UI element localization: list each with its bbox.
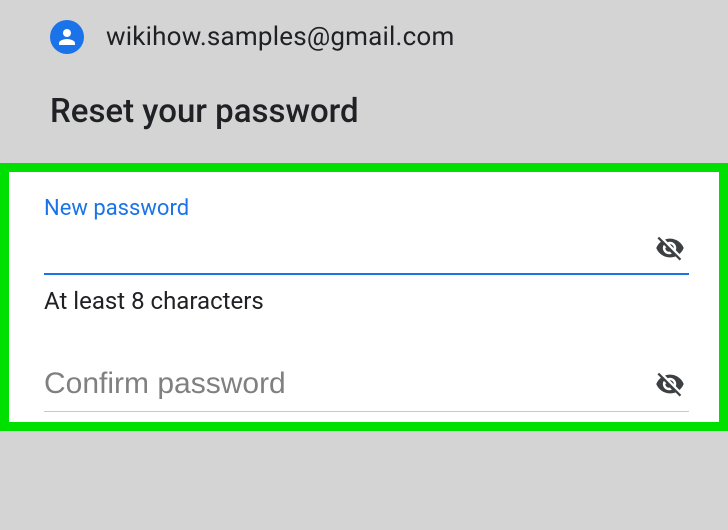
password-hint: At least 8 characters	[44, 287, 689, 315]
new-password-input-row	[44, 227, 689, 275]
new-password-field-group: New password At least 8 characters	[44, 196, 689, 315]
toggle-visibility-icon[interactable]	[655, 369, 685, 399]
account-avatar-icon	[50, 20, 84, 54]
account-email: wikihow.samples@gmail.com	[106, 22, 454, 52]
page-title: Reset your password	[0, 64, 728, 163]
toggle-visibility-icon[interactable]	[655, 233, 685, 263]
new-password-label: New password	[44, 196, 689, 221]
confirm-password-input-row	[44, 363, 689, 412]
new-password-input[interactable]	[44, 227, 655, 269]
confirm-password-input[interactable]	[44, 363, 655, 405]
password-form-card: New password At least 8 characters	[0, 163, 728, 431]
account-header: wikihow.samples@gmail.com	[0, 0, 728, 64]
